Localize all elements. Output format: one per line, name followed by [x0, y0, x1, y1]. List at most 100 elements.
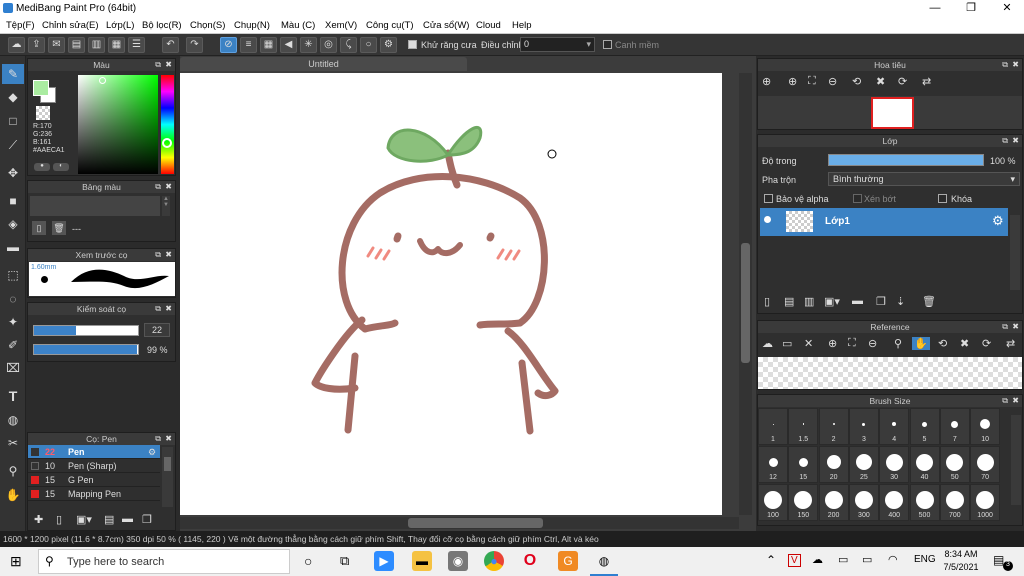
menu-help[interactable]: Help: [512, 20, 532, 31]
ref-close-icon[interactable]: ✕: [804, 337, 813, 350]
layer-opacity-slider[interactable]: [828, 154, 984, 166]
brush-menu-icon[interactable]: ▣▾: [76, 513, 92, 526]
brush-settings-icon[interactable]: ⚙: [148, 445, 156, 459]
lasso-tool-icon[interactable]: ◌: [2, 289, 24, 309]
tray-chevron-icon[interactable]: ⌃: [766, 553, 776, 567]
select-eraser-tool-icon[interactable]: ⌧: [2, 358, 24, 378]
new-brush-icon[interactable]: ▯: [56, 513, 62, 526]
bucket-tool-icon[interactable]: ◈: [2, 214, 24, 234]
menu-select[interactable]: Chọn(S): [190, 20, 225, 31]
menu-edit[interactable]: Chỉnh sửa(E): [42, 20, 99, 31]
brush-size-cell[interactable]: 400: [879, 484, 910, 521]
duplicate-layer-icon[interactable]: ❐: [876, 295, 886, 308]
comment-icon[interactable]: ✉: [48, 37, 65, 53]
close-button[interactable]: ✕: [990, 0, 1024, 17]
undock-icon[interactable]: ⧉: [1002, 395, 1008, 407]
document-icon[interactable]: ▥: [88, 37, 105, 53]
brush-list-scrollbar[interactable]: [162, 447, 173, 507]
clock-time[interactable]: 8:34 AM: [944, 549, 978, 559]
undock-icon[interactable]: ⧉: [1002, 135, 1008, 147]
battery-icon[interactable]: ▭: [862, 553, 872, 566]
reference-image-area[interactable]: [758, 357, 1022, 389]
brush-size-cell[interactable]: 15: [788, 446, 819, 483]
antialias-checkbox[interactable]: [408, 40, 417, 51]
gradient-tool-icon[interactable]: ▬: [2, 237, 24, 257]
minimize-button[interactable]: —: [918, 0, 952, 17]
panel-close-icon[interactable]: ✖: [1012, 135, 1019, 147]
menu-color[interactable]: Màu (C): [281, 20, 315, 31]
color-mode-button[interactable]: ●: [34, 163, 50, 171]
transparent-swatch[interactable]: [36, 106, 50, 120]
brush-size-cell[interactable]: 70: [970, 446, 1001, 483]
ellipse-snap-icon[interactable]: ○: [360, 37, 377, 53]
brush-copy-icon[interactable]: ❐: [142, 513, 152, 526]
taskbar-search-box[interactable]: ⚲ Type here to search: [38, 549, 290, 574]
upload-icon[interactable]: ⇪: [28, 37, 45, 53]
select-pen-tool-icon[interactable]: ✐: [2, 335, 24, 355]
navigator-preview[interactable]: [758, 96, 1022, 129]
layer-folder-icon[interactable]: ▬: [852, 295, 863, 307]
layer-row[interactable]: Lớp1 ⚙: [760, 208, 1008, 236]
brush-item[interactable]: 22 Pen ⚙: [28, 445, 160, 459]
brush-size-cell[interactable]: 50: [939, 446, 970, 483]
add-brush-icon[interactable]: ✚: [34, 513, 43, 526]
cloud-icon[interactable]: ☁: [8, 37, 25, 53]
zoom-fit-icon[interactable]: ⊕: [762, 75, 771, 88]
undo-icon[interactable]: ↶: [162, 37, 179, 53]
settings-icon[interactable]: ⚙: [380, 37, 397, 53]
fit-window-icon[interactable]: ⛶: [808, 75, 816, 88]
zoom-in-icon[interactable]: ⊕: [788, 75, 797, 88]
brush-item[interactable]: 15 G Pen: [28, 473, 160, 487]
medibang-taskbar-icon[interactable]: ◍: [594, 551, 614, 571]
delete-palette-icon[interactable]: 🗑: [52, 221, 66, 235]
protect-alpha-checkbox[interactable]: [764, 194, 773, 205]
parallel-snap-icon[interactable]: ≡: [240, 37, 257, 53]
brush-item[interactable]: 15 Mapping Pen: [28, 487, 160, 501]
brush-size-cell[interactable]: 20: [818, 446, 849, 483]
new-layer-icon[interactable]: ▯: [764, 295, 770, 308]
layer-scrollbar[interactable]: [1010, 215, 1020, 290]
brush-item[interactable]: 10 Pen (Sharp): [28, 459, 160, 473]
eyedropper-tool-icon[interactable]: ⚲: [2, 461, 24, 481]
zoom-app-icon[interactable]: ▶: [374, 551, 394, 571]
balloon-tool-icon[interactable]: ◍: [2, 410, 24, 430]
blend-mode-select[interactable]: Bình thường ▾: [828, 172, 1020, 186]
app-orange-icon[interactable]: G: [558, 551, 578, 571]
brush-size-cell[interactable]: 4: [879, 408, 910, 445]
opera-icon[interactable]: O: [520, 551, 540, 571]
divide-tool-icon[interactable]: ✂: [2, 433, 24, 453]
hue-slider[interactable]: [161, 75, 174, 174]
new-halftone-layer-icon[interactable]: ▤: [784, 295, 794, 308]
rotate-right-icon[interactable]: ⟳: [898, 75, 907, 88]
brush-size-cell[interactable]: 30: [879, 446, 910, 483]
clip-checkbox[interactable]: [853, 194, 862, 205]
panel-close-icon[interactable]: ✖: [1012, 321, 1019, 333]
panel-close-icon[interactable]: ✖: [165, 181, 172, 193]
document-tab[interactable]: Untitled: [180, 57, 467, 71]
ref-cloud-icon[interactable]: ☁: [762, 337, 773, 350]
radial-snap-icon[interactable]: ✳: [300, 37, 317, 53]
brush-size-scrollbar[interactable]: [1011, 415, 1021, 505]
redo-icon[interactable]: ↷: [186, 37, 203, 53]
undock-icon[interactable]: ⧉: [155, 181, 161, 193]
undock-icon[interactable]: ⧉: [1002, 321, 1008, 333]
panel-close-icon[interactable]: ✖: [165, 249, 172, 261]
brush-size-cell[interactable]: 12: [758, 446, 788, 483]
eraser-tool-icon[interactable]: ◆: [2, 87, 24, 107]
primary-color-swatch[interactable]: [33, 80, 49, 96]
clock-date[interactable]: 7/5/2021: [940, 562, 982, 572]
perspective-snap-icon[interactable]: ◀: [280, 37, 297, 53]
delete-layer-icon[interactable]: 🗑: [922, 295, 936, 308]
brush-size-cell[interactable]: 100: [758, 484, 788, 521]
brush-size-cell[interactable]: 200: [818, 484, 849, 521]
tray-app-icon[interactable]: V: [788, 554, 801, 567]
tray-meet-icon[interactable]: ▭: [838, 553, 848, 566]
brush-size-value[interactable]: 22: [144, 323, 170, 337]
ref-hand-icon[interactable]: ✋: [912, 337, 930, 350]
saturation-value-picker[interactable]: [78, 75, 158, 174]
message-icon[interactable]: ▤: [68, 37, 85, 53]
list-icon[interactable]: ☰: [128, 37, 145, 53]
chrome-icon[interactable]: ●: [484, 551, 504, 571]
line-tool-icon[interactable]: ⟋: [2, 135, 24, 155]
menu-window[interactable]: Cửa sổ(W): [423, 20, 469, 31]
